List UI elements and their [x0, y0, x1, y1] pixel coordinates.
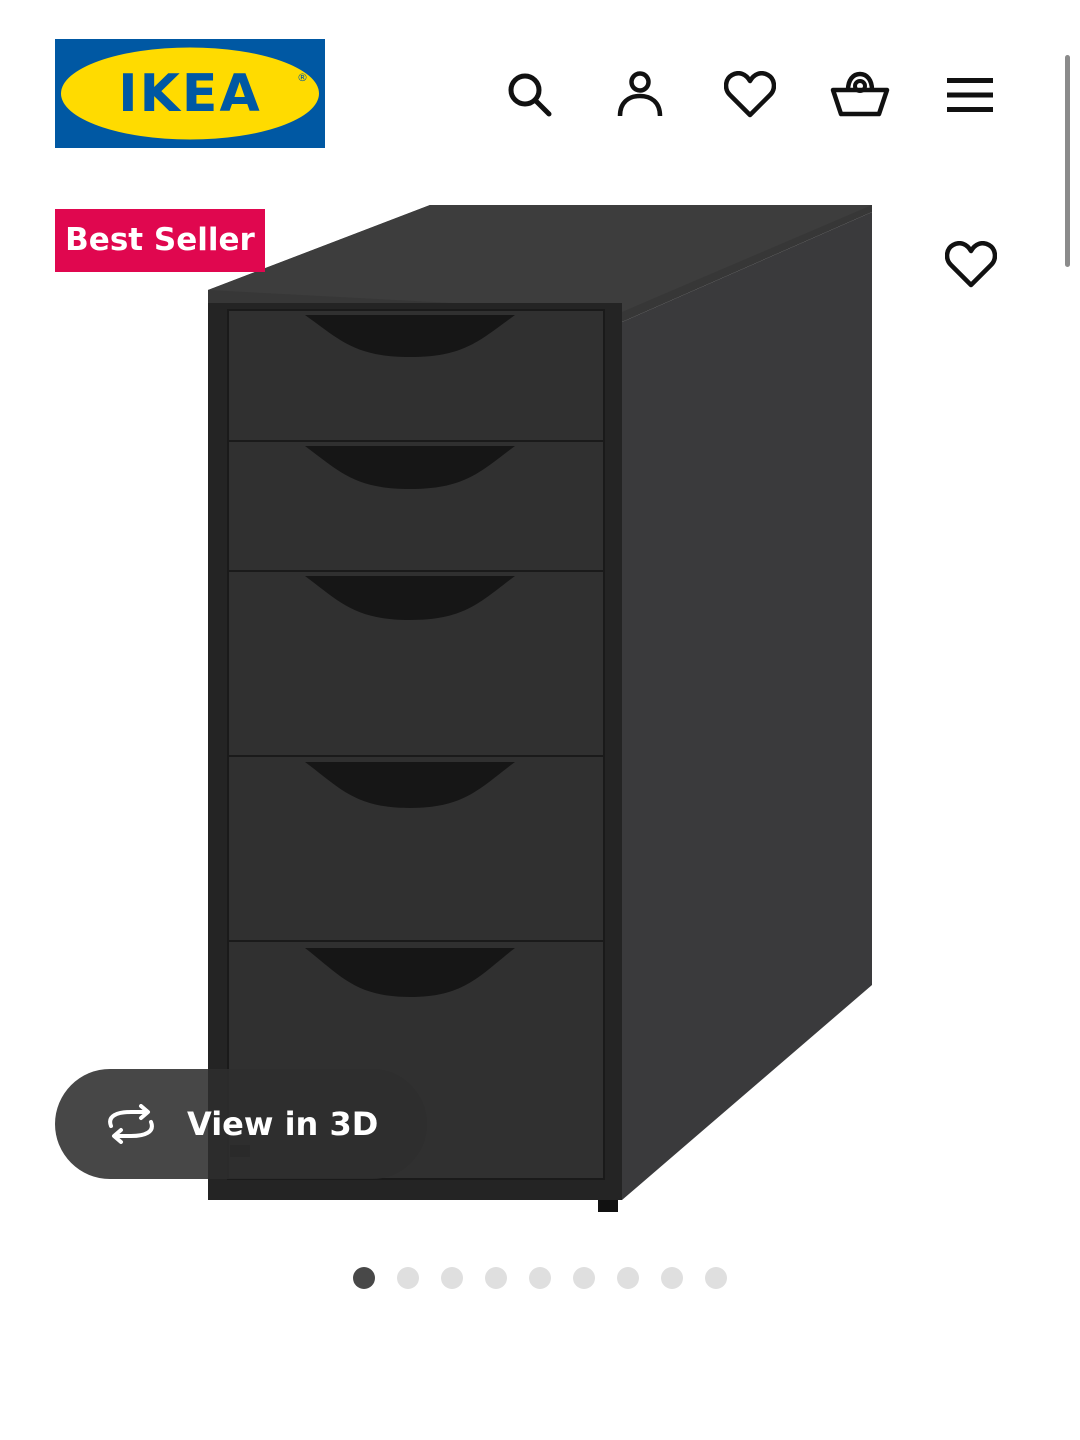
- best-seller-badge: Best Seller: [55, 209, 265, 272]
- carousel-dot[interactable]: [617, 1267, 639, 1289]
- product-image[interactable]: [0, 0, 1080, 1240]
- carousel-dot[interactable]: [441, 1267, 463, 1289]
- carousel-dot[interactable]: [529, 1267, 551, 1289]
- carousel-dot[interactable]: [573, 1267, 595, 1289]
- carousel-dot[interactable]: [485, 1267, 507, 1289]
- carousel-dot[interactable]: [705, 1267, 727, 1289]
- image-carousel-indicator: [353, 1266, 727, 1290]
- add-to-favourites-heart-icon[interactable]: [936, 230, 1006, 300]
- carousel-dot[interactable]: [661, 1267, 683, 1289]
- view-in-3d-label: View in 3D: [187, 1105, 379, 1143]
- rotate-3d-icon: [103, 1104, 159, 1144]
- carousel-dot[interactable]: [353, 1267, 375, 1289]
- view-in-3d-button[interactable]: View in 3D: [55, 1069, 427, 1179]
- carousel-dot[interactable]: [397, 1267, 419, 1289]
